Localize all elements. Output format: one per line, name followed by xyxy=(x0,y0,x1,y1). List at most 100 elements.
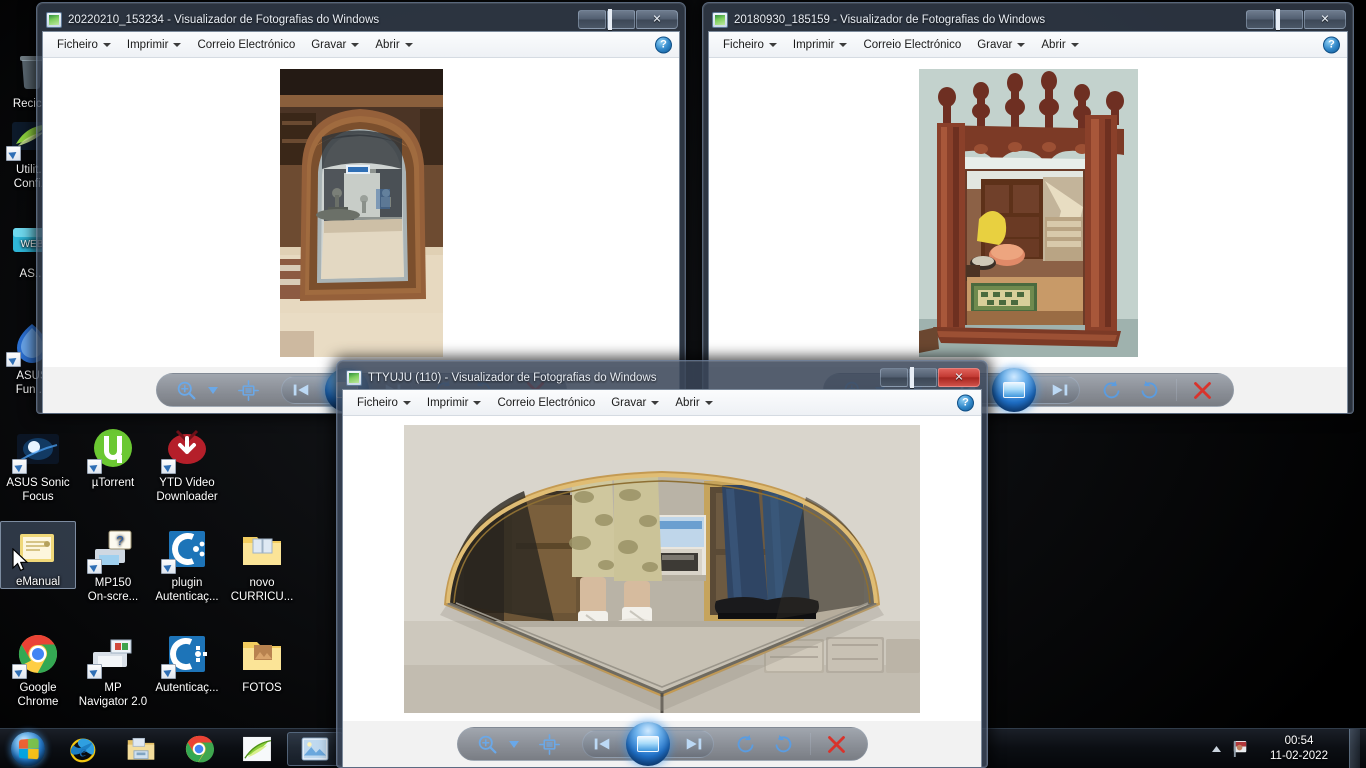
play-slideshow-icon[interactable] xyxy=(625,722,670,766)
menu-correio-electronico[interactable]: Correio Electrónico xyxy=(189,36,303,54)
chevron-down-icon xyxy=(651,400,660,405)
show-desktop-button[interactable] xyxy=(1349,728,1360,768)
minimize-button[interactable] xyxy=(880,368,908,387)
photo-fan-shaped-mirror-on-floor xyxy=(404,424,920,713)
window-1-menubar[interactable]: Ficheiro Imprimir Correio Electrónico Gr… xyxy=(43,32,679,58)
menu-abrir[interactable]: Abrir xyxy=(1033,36,1086,54)
menu-ficheiro[interactable]: Ficheiro xyxy=(349,394,419,412)
menu-ficheiro[interactable]: Ficheiro xyxy=(49,36,119,54)
window-2-title: 20180930_185159 - Visualizador de Fotogr… xyxy=(734,13,1046,26)
shortcut-overlay-icon xyxy=(161,664,176,679)
internet-explorer-taskbar-button[interactable]: e xyxy=(55,732,111,766)
close-button[interactable]: ✕ xyxy=(636,10,678,29)
menu-correio-electronico[interactable]: Correio Electrónico xyxy=(489,394,603,412)
window-3-client: Ficheiro Imprimir Correio Electrónico Gr… xyxy=(342,389,982,767)
wifi-icon xyxy=(243,736,272,761)
minimize-button[interactable] xyxy=(578,10,606,29)
desktop-icon-label: FOTOS xyxy=(242,682,282,694)
desktop-icon-ytd-video-downloader[interactable]: YTD Video Downloader xyxy=(149,425,225,504)
desktop-icon-plugin-autenticacao[interactable]: plugin Autenticaç... xyxy=(149,525,225,604)
system-tray[interactable]: 00:54 11-02-2022 xyxy=(1205,728,1366,768)
chevron-down-icon xyxy=(102,42,111,47)
desktop-icon-mp150-onscreen-manual[interactable]: ? MP150 On-scre... xyxy=(75,525,151,604)
asus-sonic-focus-icon xyxy=(12,425,62,474)
help-icon[interactable]: ? xyxy=(1323,36,1340,53)
window-2-titlebar[interactable]: 20180930_185159 - Visualizador de Fotogr… xyxy=(708,8,1348,31)
asus-wireless-taskbar-button[interactable] xyxy=(229,732,285,766)
window-3-toolbar-pill xyxy=(456,722,868,766)
window-1-photo-canvas[interactable] xyxy=(43,58,679,367)
photo-ornate-mirror-with-finials xyxy=(918,68,1138,357)
desktop-icon-label: Google Chrome xyxy=(17,682,59,708)
close-button[interactable]: ✕ xyxy=(1304,10,1346,29)
zoom-dropdown-chevron-down-icon[interactable] xyxy=(508,740,520,748)
zoom-dropdown-chevron-down-icon[interactable] xyxy=(207,386,219,394)
rotate-counterclockwise-icon[interactable] xyxy=(1094,377,1130,403)
window-3-titlebar[interactable]: TTYUJU (110) - Visualizador de Fotografi… xyxy=(342,366,982,389)
photo-viewer-taskbar-button[interactable] xyxy=(287,731,343,766)
desktop-icon-google-chrome[interactable]: Google Chrome xyxy=(0,630,76,709)
menu-gravar[interactable]: Gravar xyxy=(303,36,367,54)
start-button[interactable] xyxy=(2,730,54,768)
zoom-icon[interactable] xyxy=(169,377,205,403)
photo-viewer-window-3[interactable]: TTYUJU (110) - Visualizador de Fotografi… xyxy=(336,360,988,768)
tray-notification-icon[interactable] xyxy=(1227,731,1253,767)
delete-icon[interactable] xyxy=(819,731,855,757)
shortcut-overlay-icon xyxy=(87,559,102,574)
play-slideshow-icon[interactable] xyxy=(991,368,1036,412)
previous-icon[interactable] xyxy=(587,731,617,757)
taskbar-clock[interactable]: 00:54 11-02-2022 xyxy=(1253,734,1345,764)
ytd-video-downloader-icon xyxy=(161,425,211,474)
next-icon[interactable] xyxy=(679,731,709,757)
fit-to-window-icon[interactable] xyxy=(231,377,267,403)
window-3-menubar[interactable]: Ficheiro Imprimir Correio Electrónico Gr… xyxy=(343,390,981,416)
menu-imprimir[interactable]: Imprimir xyxy=(119,36,190,54)
maximize-button[interactable] xyxy=(1275,9,1303,30)
maximize-button[interactable] xyxy=(909,367,937,388)
rotate-clockwise-icon[interactable] xyxy=(766,731,802,757)
menu-abrir[interactable]: Abrir xyxy=(667,394,720,412)
google-chrome-taskbar-button[interactable] xyxy=(171,732,227,766)
menu-correio-electronico[interactable]: Correio Electrónico xyxy=(855,36,969,54)
menu-imprimir[interactable]: Imprimir xyxy=(785,36,856,54)
next-icon[interactable] xyxy=(1045,377,1075,403)
rotate-counterclockwise-icon[interactable] xyxy=(728,731,764,757)
shortcut-overlay-icon xyxy=(87,664,102,679)
close-button[interactable]: ✕ xyxy=(938,368,980,387)
rotate-clockwise-icon[interactable] xyxy=(1132,377,1168,403)
previous-icon[interactable] xyxy=(286,377,316,403)
slideshow-screen-glyph xyxy=(1002,382,1025,398)
window-2-menubar[interactable]: Ficheiro Imprimir Correio Electrónico Gr… xyxy=(709,32,1347,58)
help-icon[interactable]: ? xyxy=(655,36,672,53)
desktop-icon-fotos-folder[interactable]: FOTOS xyxy=(224,630,300,695)
help-icon[interactable]: ? xyxy=(957,394,974,411)
maximize-button[interactable] xyxy=(607,9,635,30)
menu-abrir[interactable]: Abrir xyxy=(367,36,420,54)
menu-ficheiro[interactable]: Ficheiro xyxy=(715,36,785,54)
window-1-titlebar[interactable]: 20220210_153234 - Visualizador de Fotogr… xyxy=(42,8,680,31)
desktop-icon-utorrent[interactable]: µTorrent xyxy=(75,425,151,490)
desktop-icon-label: ASUS Sonic Focus xyxy=(6,477,70,503)
show-hidden-icons-arrow-icon[interactable] xyxy=(1205,731,1227,767)
desktop-icon-mp-navigator[interactable]: MP Navigator 2.0 xyxy=(75,630,151,709)
window-3-photo-canvas[interactable] xyxy=(343,416,981,721)
fit-to-window-icon[interactable] xyxy=(532,731,568,757)
menu-imprimir[interactable]: Imprimir xyxy=(419,394,490,412)
flag-action-center-icon xyxy=(1233,740,1246,757)
menu-gravar[interactable]: Gravar xyxy=(603,394,667,412)
google-chrome-icon xyxy=(12,630,62,679)
desktop-icon-autenticacao[interactable]: Autenticaç... xyxy=(149,630,225,695)
windows-explorer-taskbar-button[interactable] xyxy=(113,732,169,766)
photo-viewer-window-2[interactable]: 20180930_185159 - Visualizador de Fotogr… xyxy=(702,2,1354,414)
mp-navigator-icon xyxy=(87,630,137,679)
photo-viewer-window-1[interactable]: 20220210_153234 - Visualizador de Fotogr… xyxy=(36,2,686,414)
window-2-photo-canvas[interactable] xyxy=(709,58,1347,367)
desktop-icon-emanual[interactable]: eManual xyxy=(0,521,76,589)
desktop-icon-asus-sonic-focus[interactable]: ASUS Sonic Focus xyxy=(0,425,76,504)
menu-gravar[interactable]: Gravar xyxy=(969,36,1033,54)
desktop-icon-novo-curriculo-folder[interactable]: novo CURRICU... xyxy=(224,525,300,604)
zoom-icon[interactable] xyxy=(470,731,506,757)
delete-icon[interactable] xyxy=(1185,377,1221,403)
minimize-button[interactable] xyxy=(1246,10,1274,29)
chevron-down-icon xyxy=(404,42,413,47)
